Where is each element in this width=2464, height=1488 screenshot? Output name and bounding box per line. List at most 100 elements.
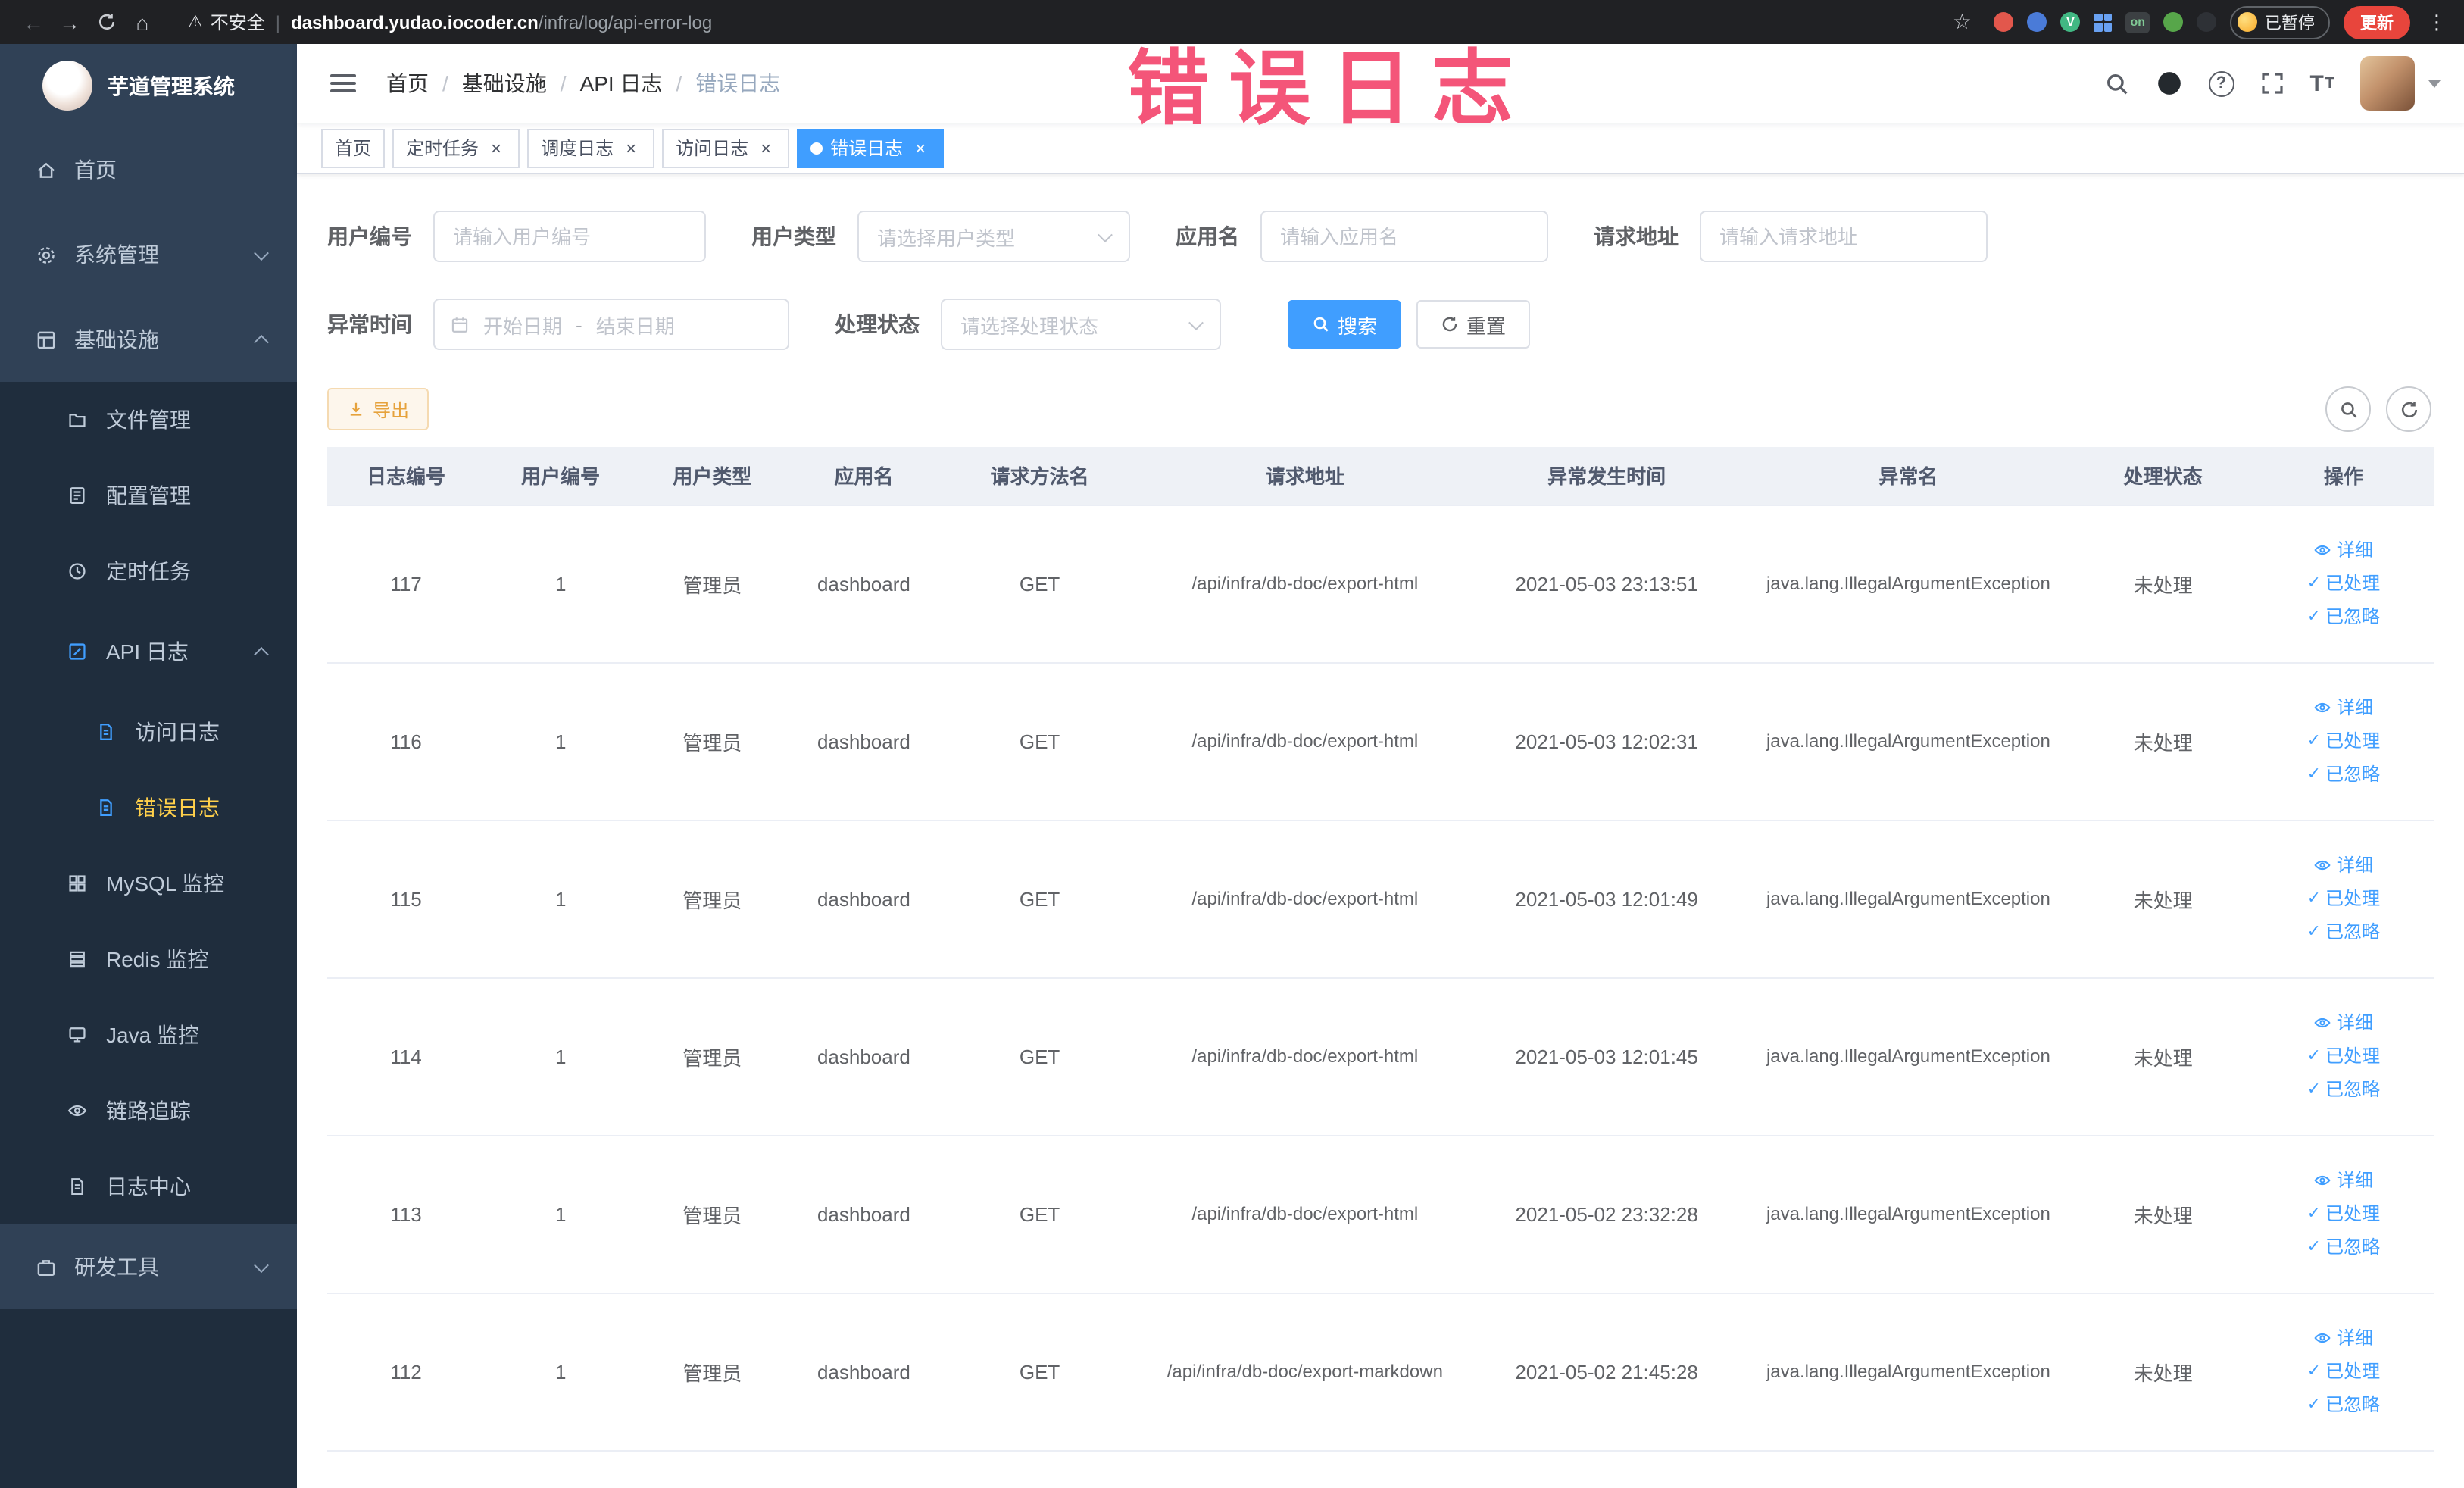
start-date-placeholder: 开始日期	[483, 314, 563, 337]
browser-chrome: ← → ⌂ ⚠ 不安全 | dashboard.yudao.iocoder.cn…	[0, 0, 2464, 44]
extension-icon[interactable]	[2197, 12, 2216, 32]
sidebar-item-config-management[interactable]: 配置管理	[0, 458, 297, 533]
date-range-picker[interactable]: 开始日期 - 结束日期	[433, 299, 789, 350]
sidebar-item-dev-tools[interactable]: 研发工具	[0, 1224, 297, 1309]
mark-processed-link[interactable]: ✓ 已处理	[2257, 882, 2430, 915]
close-icon[interactable]: ×	[621, 138, 641, 158]
sidebar-item-api-logs[interactable]: API 日志	[0, 609, 297, 694]
vue-devtools-icon[interactable]: V	[2060, 12, 2081, 32]
cell-user-id: 1	[485, 1293, 637, 1451]
close-icon[interactable]: ×	[910, 138, 930, 158]
fullscreen-icon[interactable]	[2259, 71, 2284, 95]
close-icon[interactable]: ×	[486, 138, 506, 158]
browser-back-icon[interactable]: ←	[15, 4, 52, 40]
sidebar-item-error-log[interactable]: 错误日志	[0, 770, 297, 846]
check-icon: ✓	[2306, 765, 2322, 783]
tag-error-log[interactable]: 错误日志 ×	[797, 128, 945, 167]
extension-grid-icon[interactable]	[2094, 13, 2113, 31]
mark-processed-link[interactable]: ✓ 已处理	[2257, 567, 2430, 600]
search-button[interactable]: 搜索	[1288, 300, 1402, 349]
mark-processed-link[interactable]: ✓ 已处理	[2257, 724, 2430, 758]
sidebar-item-file-management[interactable]: 文件管理	[0, 382, 297, 458]
tag-home[interactable]: 首页	[321, 128, 386, 167]
table-row: 117 1 管理员 dashboard GET /api/infra/db-do…	[327, 505, 2434, 663]
mark-processed-link[interactable]: ✓ 已处理	[2257, 1197, 2430, 1230]
table-row: 114 1 管理员 dashboard GET /api/infra/db-do…	[327, 977, 2434, 1136]
detail-link[interactable]: 详细	[2257, 1164, 2430, 1197]
help-icon[interactable]: ?	[2208, 70, 2234, 96]
breadcrumb-item-home[interactable]: 首页	[386, 68, 429, 98]
browser-forward-icon[interactable]: →	[52, 4, 88, 40]
detail-link[interactable]: 详细	[2257, 533, 2430, 567]
detail-link[interactable]: 详细	[2257, 849, 2430, 882]
process-status-select[interactable]: 请选择处理状态	[941, 299, 1221, 350]
close-icon[interactable]: ×	[756, 138, 776, 158]
cell-url: /api/infra/db-doc/export-html	[1139, 820, 1470, 978]
user-type-select[interactable]: 请选择用户类型	[857, 211, 1130, 262]
sidebar-item-redis-monitor[interactable]: Redis 监控	[0, 921, 297, 997]
mark-ignored-link[interactable]: ✓ 已忽略	[2257, 1230, 2430, 1264]
request-url-input[interactable]	[1700, 211, 1988, 262]
sidebar-item-infrastructure[interactable]: 基础设施	[0, 297, 297, 382]
reset-button[interactable]: 重置	[1416, 300, 1531, 349]
sidebar-item-home[interactable]: 首页	[0, 127, 297, 212]
filter-app-name: 应用名	[1176, 211, 1548, 262]
sidebar-item-mysql-monitor[interactable]: MySQL 监控	[0, 846, 297, 921]
mark-processed-link[interactable]: ✓ 已处理	[2257, 1355, 2430, 1388]
mark-processed-link[interactable]: ✓ 已处理	[2257, 1039, 2430, 1073]
refresh-button[interactable]	[2386, 386, 2431, 432]
browser-reload-icon[interactable]	[88, 4, 124, 40]
sidebar-item-log-center[interactable]: 日志中心	[0, 1149, 297, 1224]
sidebar-item-system-management[interactable]: 系统管理	[0, 212, 297, 297]
document-icon	[94, 720, 118, 744]
mark-ignored-link[interactable]: ✓ 已忽略	[2257, 1073, 2430, 1106]
tag-scheduled-tasks[interactable]: 定时任务 ×	[392, 128, 520, 167]
address-bar[interactable]: ⚠ 不安全 | dashboard.yudao.iocoder.cn/infra…	[176, 5, 1928, 39]
user-id-input[interactable]	[433, 211, 706, 262]
cell-app-name: dashboard	[788, 820, 940, 978]
column-header-log-id: 日志编号	[327, 447, 486, 505]
sidebar-item-java-monitor[interactable]: Java 监控	[0, 997, 297, 1073]
filter-label: 异常时间	[327, 312, 412, 336]
extension-icon[interactable]	[2027, 12, 2047, 32]
detail-link[interactable]: 详细	[2257, 1006, 2430, 1039]
bookmark-star-icon[interactable]: ☆	[1944, 4, 1980, 40]
search-icon[interactable]	[2103, 70, 2129, 96]
extension-on-badge[interactable]: on	[2125, 11, 2150, 33]
browser-home-icon[interactable]: ⌂	[124, 4, 161, 40]
table-row: 115 1 管理员 dashboard GET /api/infra/db-do…	[327, 820, 2434, 978]
hamburger-menu-button[interactable]	[321, 65, 365, 102]
tag-schedule-log[interactable]: 调度日志 ×	[527, 128, 655, 167]
cell-log-id: 114	[327, 977, 486, 1136]
mark-ignored-link[interactable]: ✓ 已忽略	[2257, 758, 2430, 791]
mark-ignored-link[interactable]: ✓ 已忽略	[2257, 1388, 2430, 1421]
header-actions: ? TT	[2103, 56, 2441, 111]
profile-paused-chip[interactable]: 已暂停	[2230, 5, 2330, 39]
breadcrumb-item-api-logs[interactable]: API 日志	[580, 68, 663, 98]
toggle-search-button[interactable]	[2325, 386, 2371, 432]
check-icon: ✓	[2306, 1396, 2322, 1414]
detail-link[interactable]: 详细	[2257, 1321, 2430, 1355]
font-size-icon[interactable]: TT	[2309, 70, 2334, 96]
sidebar: 芋道管理系统 首页 系统管理 基础设施 文件管理 配置管理 定时任务 API 日…	[0, 44, 297, 1488]
tag-access-log[interactable]: 访问日志 ×	[662, 128, 790, 167]
sidebar-item-scheduled-tasks[interactable]: 定时任务	[0, 533, 297, 609]
export-button[interactable]: 导出	[327, 388, 429, 430]
sidebar-item-trace[interactable]: 链路追踪	[0, 1073, 297, 1149]
detail-link[interactable]: 详细	[2257, 691, 2430, 724]
breadcrumb-item-infrastructure[interactable]: 基础设施	[462, 68, 547, 98]
mark-ignored-link[interactable]: ✓ 已忽略	[2257, 915, 2430, 949]
github-icon[interactable]	[2155, 70, 2182, 97]
extension-icon[interactable]	[2163, 12, 2183, 32]
filter-user-id: 用户编号	[327, 211, 706, 262]
user-avatar[interactable]	[2360, 56, 2415, 111]
app-logo[interactable]: 芋道管理系统	[0, 44, 297, 127]
app-name-input[interactable]	[1260, 211, 1548, 262]
mark-ignored-link[interactable]: ✓ 已忽略	[2257, 600, 2430, 633]
caret-down-icon[interactable]	[2428, 80, 2441, 87]
cell-app-name: dashboard	[788, 505, 940, 663]
browser-menu-icon[interactable]: ⋮	[2424, 10, 2450, 34]
update-button[interactable]: 更新	[2344, 5, 2410, 39]
extension-icon[interactable]	[1994, 12, 2014, 32]
sidebar-item-access-log[interactable]: 访问日志	[0, 694, 297, 770]
